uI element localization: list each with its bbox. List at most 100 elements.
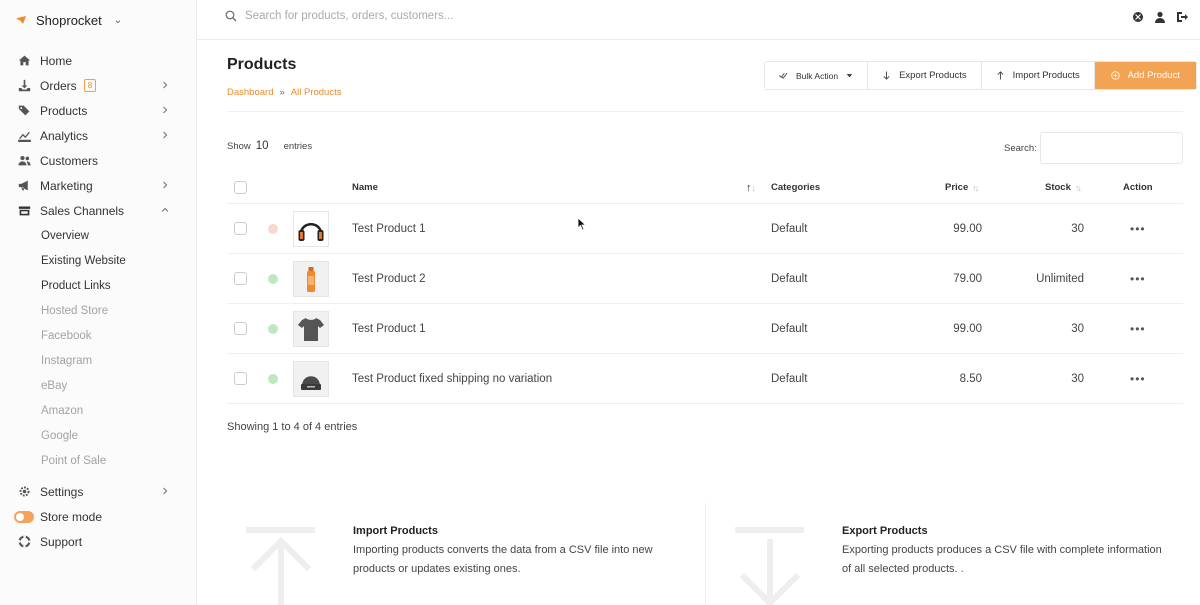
sales-channel-point-of-sale[interactable]: Point of Sale xyxy=(0,448,196,473)
top-bar xyxy=(197,0,1200,40)
product-stock-text: Unlimited xyxy=(1036,272,1084,285)
user-icon[interactable] xyxy=(1154,11,1166,23)
product-name[interactable]: Test Product 1 xyxy=(352,204,426,253)
product-category: Default xyxy=(771,254,807,303)
lifebuoy-icon xyxy=(17,535,31,549)
orders-count-badge: 8 xyxy=(83,79,97,92)
row-actions-menu[interactable]: ••• xyxy=(1130,204,1146,253)
table-row[interactable]: Test Product 1 Default 99.00 30 ••• xyxy=(227,304,1183,354)
row-select-cell xyxy=(234,354,247,403)
table-search-input[interactable] xyxy=(1040,132,1183,164)
sales-channel-overview[interactable]: Overview xyxy=(0,223,196,248)
chevron-up-icon xyxy=(161,207,169,212)
table-row[interactable]: Test Product 2 Default 79.00 Unlimited •… xyxy=(227,254,1183,304)
row-actions-menu[interactable]: ••• xyxy=(1130,304,1146,353)
sidebar-item-home[interactable]: Home xyxy=(0,48,196,73)
product-stock: 30 xyxy=(997,304,1084,353)
product-category: Default xyxy=(771,354,807,403)
logout-icon[interactable] xyxy=(1176,11,1188,23)
more-horizontal-icon: ••• xyxy=(1130,371,1146,386)
sales-channel-facebook[interactable]: Facebook xyxy=(0,323,196,348)
sort-price-icon: ↑↓ xyxy=(972,182,979,193)
sales-channel-ebay[interactable]: eBay xyxy=(0,373,196,398)
chevron-right-icon xyxy=(163,106,168,114)
header-price[interactable]: Price ↑↓ xyxy=(945,172,979,203)
product-name[interactable]: Test Product 2 xyxy=(352,254,426,303)
sidebar-item-sales-channels[interactable]: Sales Channels xyxy=(0,198,196,223)
status-dot xyxy=(268,373,278,384)
arrow-up-icon xyxy=(997,71,1004,80)
export-products-button[interactable]: Export Products xyxy=(868,62,982,89)
row-actions-menu[interactable]: ••• xyxy=(1130,354,1146,403)
product-category: Default xyxy=(771,204,807,253)
sort-name-icon[interactable]: ↑ ↓ xyxy=(746,172,756,203)
brand-switcher[interactable]: Shoprocket ⌄ xyxy=(14,10,122,30)
row-select-cell xyxy=(234,204,247,253)
mouse-cursor-icon xyxy=(577,217,587,231)
import-products-button[interactable]: Import Products xyxy=(981,62,1095,89)
sidebar-item-label: Customers xyxy=(40,153,99,168)
sidebar-item-label: Store mode xyxy=(40,509,103,524)
sidebar-item-analytics[interactable]: Analytics xyxy=(0,123,196,148)
sidebar-item-store-mode[interactable]: Store mode xyxy=(0,504,196,529)
row-actions-menu[interactable]: ••• xyxy=(1130,254,1146,303)
bulk-action-label: Bulk Action xyxy=(796,70,839,81)
sidebar-item-label: Products xyxy=(40,103,88,118)
sidebar-item-label: Marketing xyxy=(40,178,93,193)
sales-channel-hosted-store[interactable]: Hosted Store xyxy=(0,298,196,323)
product-stock: 30 xyxy=(997,204,1084,253)
breadcrumb-dashboard[interactable]: Dashboard xyxy=(227,87,273,98)
select-all-checkbox[interactable] xyxy=(234,181,247,194)
header-name[interactable]: Name xyxy=(352,172,378,203)
product-stock-text: 30 xyxy=(1071,322,1084,335)
chevron-right-icon xyxy=(163,131,168,139)
row-select-cell xyxy=(234,254,247,303)
product-stock-text: 30 xyxy=(1071,372,1084,385)
row-checkbox[interactable] xyxy=(234,222,247,235)
sales-channel-amazon[interactable]: Amazon xyxy=(0,398,196,423)
row-checkbox[interactable] xyxy=(234,322,247,335)
table-row[interactable]: Test Product fixed shipping no variation… xyxy=(227,354,1183,404)
global-search-input[interactable] xyxy=(245,10,505,22)
sales-channel-instagram[interactable]: Instagram xyxy=(0,348,196,373)
row-checkbox[interactable] xyxy=(234,372,247,385)
sort-stock-icon: ↑↓ xyxy=(1074,182,1082,193)
product-thumbnail-tshirt[interactable] xyxy=(293,310,329,347)
add-product-button[interactable]: Add Product xyxy=(1094,62,1196,89)
header-categories-label: Categories xyxy=(771,182,821,193)
megaphone-icon xyxy=(17,179,31,193)
sidebar-item-support[interactable]: Support xyxy=(0,529,196,554)
row-checkbox[interactable] xyxy=(234,272,247,285)
breadcrumb-all-products[interactable]: All Products xyxy=(291,87,342,98)
sidebar-item-products[interactable]: Products xyxy=(0,98,196,123)
product-thumbnail-bottle[interactable] xyxy=(293,260,329,297)
product-category-text: Default xyxy=(771,322,808,335)
header-categories[interactable]: Categories xyxy=(771,172,820,203)
table-row[interactable]: Test Product 1 Default 99.00 30 ••• xyxy=(227,204,1183,254)
download-arrow-icon xyxy=(735,527,804,605)
sales-channel-google[interactable]: Google xyxy=(0,423,196,448)
sidebar-item-orders[interactable]: Orders 8 xyxy=(0,73,196,98)
status-cell xyxy=(268,254,278,303)
product-name-text: Test Product 2 xyxy=(352,272,426,285)
entries-select[interactable]: 10 xyxy=(256,140,269,152)
sidebar-item-marketing[interactable]: Marketing xyxy=(0,173,196,198)
product-name[interactable]: Test Product 1 xyxy=(352,304,426,353)
product-thumbnail-beanie[interactable] xyxy=(293,360,329,397)
sidebar-item-settings[interactable]: Settings xyxy=(0,479,196,504)
help-icon[interactable] xyxy=(1132,11,1144,23)
header-stock[interactable]: Stock ↑↓ xyxy=(1045,172,1082,203)
product-thumbnail-headphones[interactable] xyxy=(293,210,329,247)
sidebar-item-customers[interactable]: Customers xyxy=(0,148,196,173)
double-check-icon xyxy=(779,72,788,79)
chevron-right-icon xyxy=(163,81,168,89)
bulk-action-button[interactable]: Bulk Action xyxy=(765,62,869,89)
sales-channel-existing-website[interactable]: Existing Website xyxy=(0,248,196,273)
gear-icon xyxy=(17,485,31,499)
brand-name: Shoprocket xyxy=(36,12,102,28)
product-name[interactable]: Test Product fixed shipping no variation xyxy=(352,354,552,403)
sales-channel-product-links[interactable]: Product Links xyxy=(0,273,196,298)
header-stock-label: Stock xyxy=(1045,182,1071,193)
header-action-label: Action xyxy=(1123,182,1153,193)
store-mode-toggle[interactable] xyxy=(14,510,34,523)
